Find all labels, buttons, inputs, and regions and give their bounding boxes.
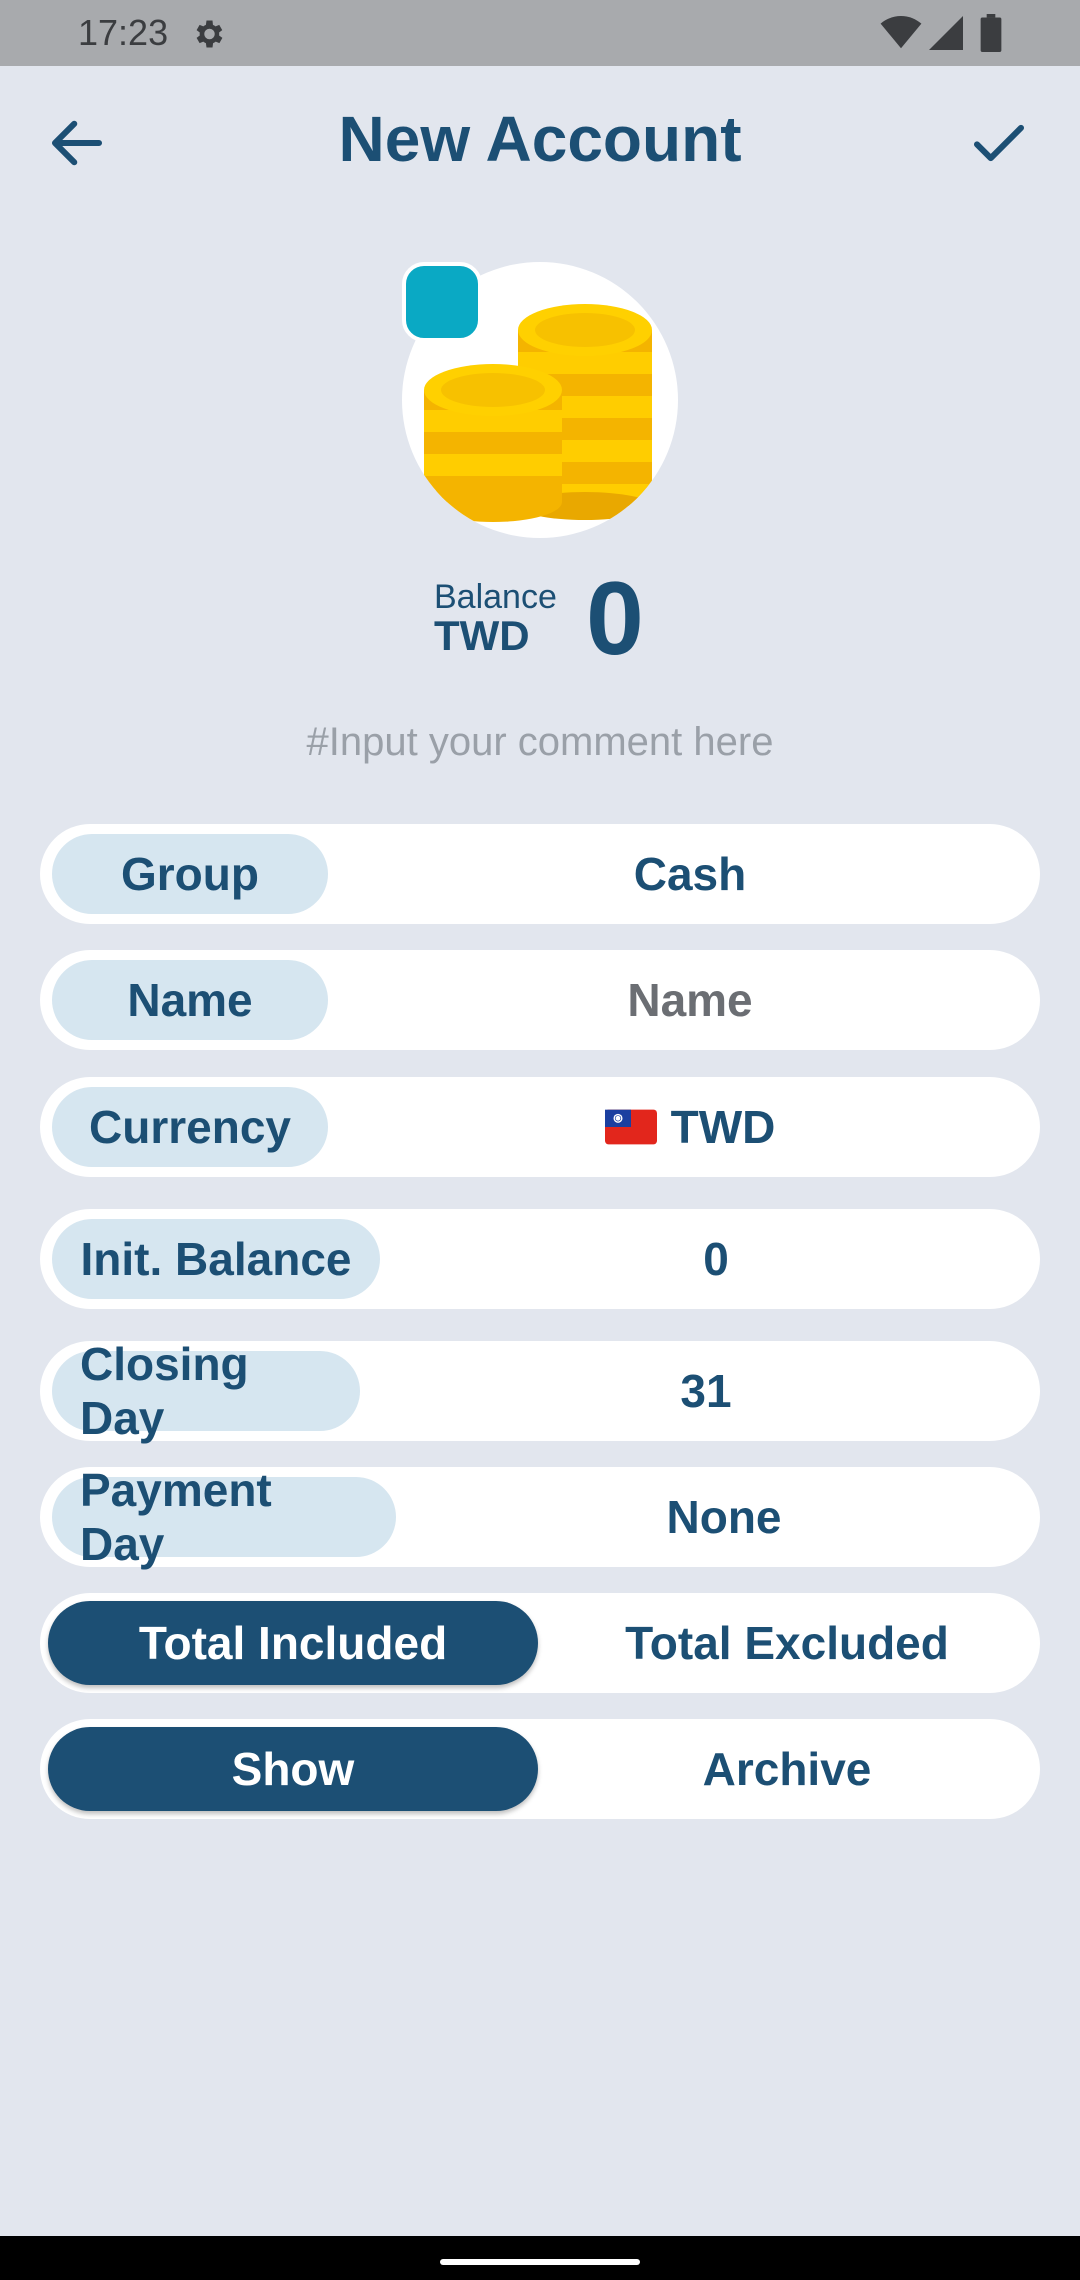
- color-picker-button[interactable]: [402, 262, 482, 342]
- payment-day-label: Payment Day: [52, 1464, 396, 1570]
- taiwan-flag-icon: [604, 1109, 657, 1145]
- total-excluded-option[interactable]: Total Excluded: [542, 1601, 1032, 1685]
- show-option[interactable]: Show: [48, 1727, 538, 1811]
- status-time: 17:23: [78, 12, 169, 53]
- closing-day-value: 31: [680, 1365, 732, 1417]
- balance-currency: TWD: [434, 612, 530, 659]
- balance-value: 0: [586, 561, 644, 677]
- payment-day-row[interactable]: Payment Day None: [40, 1464, 1040, 1570]
- balance-display: Balance TWD 0: [0, 560, 1080, 677]
- name-label: Name: [52, 960, 328, 1040]
- status-bar: 17:23: [0, 0, 1080, 66]
- wifi-icon: [880, 16, 922, 49]
- total-toggle: Total Included Total Excluded: [40, 1593, 1040, 1693]
- battery-icon: [980, 14, 1002, 52]
- init-balance-row[interactable]: Init. Balance 0: [40, 1209, 1040, 1309]
- app-bar: New Account: [0, 66, 1080, 216]
- currency-row[interactable]: Currency TWD: [40, 1077, 1040, 1177]
- total-included-option[interactable]: Total Included: [48, 1601, 538, 1685]
- gear-icon: [196, 20, 223, 48]
- group-label: Group: [52, 834, 328, 914]
- closing-day-row[interactable]: Closing Day 31: [40, 1338, 1040, 1444]
- group-value: Cash: [633, 848, 747, 900]
- payment-day-value: None: [666, 1491, 782, 1543]
- comment-input[interactable]: [140, 712, 940, 772]
- home-indicator[interactable]: [440, 2259, 640, 2265]
- currency-value-wrap: TWD: [340, 1077, 1040, 1177]
- name-row[interactable]: Name Name: [40, 950, 1040, 1050]
- signal-icon: [929, 16, 963, 50]
- closing-day-label: Closing Day: [52, 1338, 360, 1444]
- archive-option[interactable]: Archive: [542, 1727, 1032, 1811]
- init-balance-label: Init. Balance: [52, 1219, 380, 1299]
- name-field[interactable]: Name: [340, 950, 1040, 1050]
- check-icon[interactable]: [966, 110, 1032, 176]
- visibility-toggle: Show Archive: [40, 1719, 1040, 1819]
- group-row[interactable]: Group Cash: [40, 824, 1040, 924]
- currency-value: TWD: [670, 1101, 776, 1153]
- currency-label: Currency: [52, 1087, 328, 1167]
- system-nav-bar: [0, 2236, 1080, 2280]
- page-title: New Account: [338, 103, 742, 175]
- init-balance-value: 0: [703, 1233, 729, 1285]
